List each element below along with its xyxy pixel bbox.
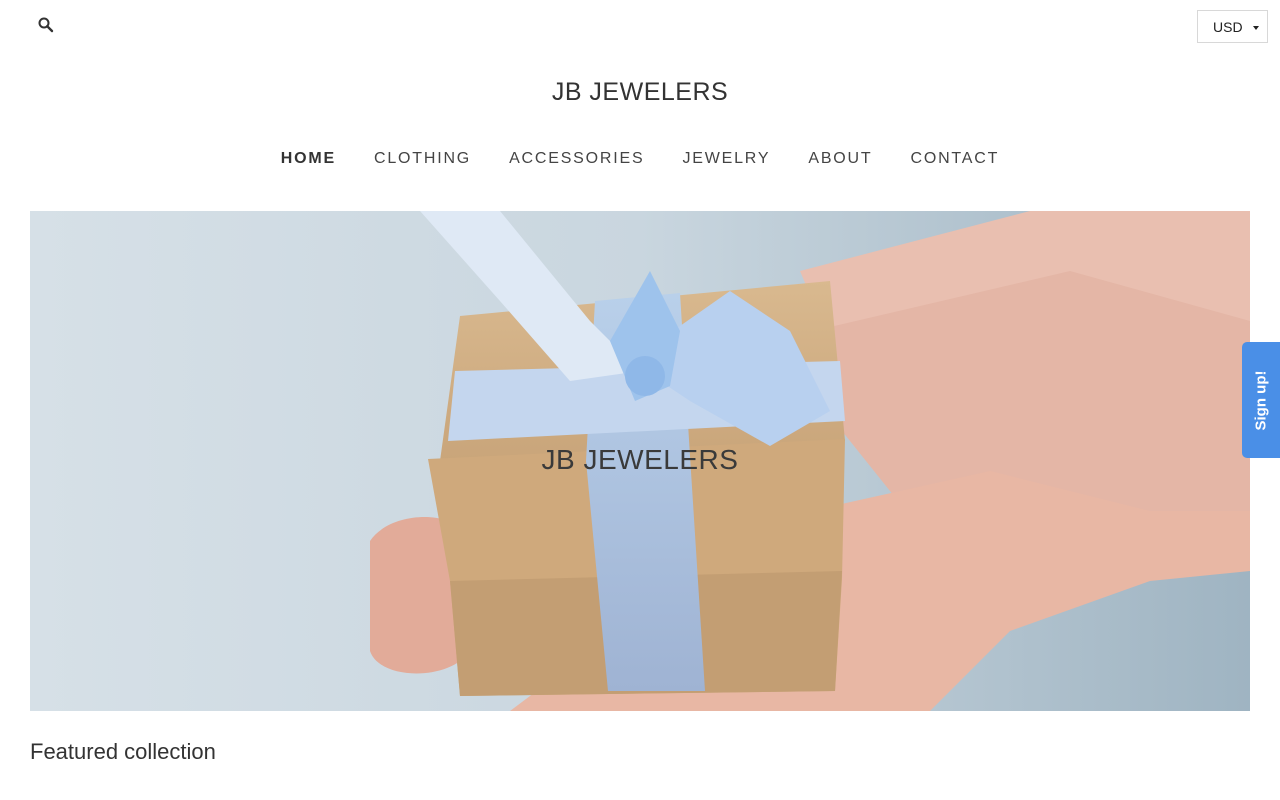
hero-title: JB JEWELERS [541,444,739,475]
nav-item-home[interactable]: HOME [281,150,336,168]
currency-value: USD [1213,19,1243,35]
currency-select[interactable]: USD [1197,10,1268,43]
nav-item-contact[interactable]: CONTACT [910,150,999,168]
hero-banner[interactable]: JB JEWELERS [30,211,1250,711]
nav-item-clothing[interactable]: CLOTHING [374,150,471,168]
featured-collection-heading: Featured collection [30,739,216,764]
search-button[interactable] [34,13,58,37]
nav-item-jewelry[interactable]: JEWELRY [682,150,770,168]
chevron-down-icon [1253,26,1259,30]
main-nav: HOME CLOTHING ACCESSORIES JEWELRY ABOUT … [0,150,1280,168]
signup-tab-label: Sign up! [1252,370,1270,430]
nav-item-accessories[interactable]: ACCESSORIES [509,150,644,168]
page: USD JB JEWELERS HOME CLOTHING ACCESSORIE… [0,0,1280,800]
signup-tab[interactable]: Sign up! [1242,342,1280,458]
nav-item-about[interactable]: ABOUT [808,150,872,168]
search-icon [38,17,54,33]
site-logo[interactable]: JB JEWELERS [0,78,1280,107]
